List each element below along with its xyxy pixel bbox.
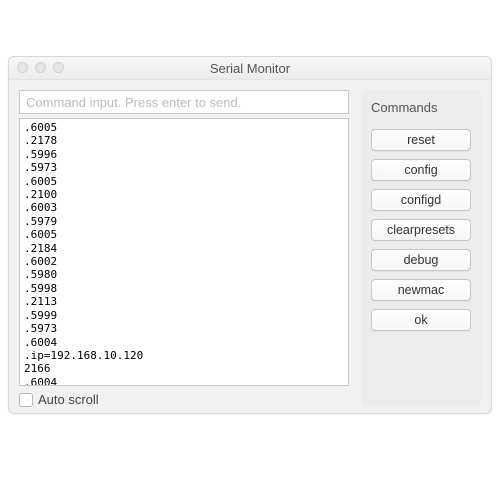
ok-button[interactable]: ok [371, 309, 471, 331]
close-icon[interactable] [17, 62, 28, 73]
autoscroll-label: Auto scroll [38, 392, 99, 407]
serial-monitor-window: Serial Monitor .6005 .2178 .5996 .5973 .… [8, 56, 492, 414]
config-button[interactable]: config [371, 159, 471, 181]
window-controls [17, 62, 64, 73]
window-title: Serial Monitor [210, 61, 290, 76]
left-panel: .6005 .2178 .5996 .5973 .6005 .2100 .600… [19, 90, 349, 407]
minimize-icon[interactable] [35, 62, 46, 73]
debug-button[interactable]: debug [371, 249, 471, 271]
configd-button[interactable]: configd [371, 189, 471, 211]
newmac-button[interactable]: newmac [371, 279, 471, 301]
zoom-icon[interactable] [53, 62, 64, 73]
reset-button[interactable]: reset [371, 129, 471, 151]
serial-output[interactable]: .6005 .2178 .5996 .5973 .6005 .2100 .600… [19, 118, 349, 386]
autoscroll-row: Auto scroll [19, 386, 349, 407]
autoscroll-checkbox[interactable] [19, 393, 33, 407]
commands-panel: Commands reset config configd clearprese… [361, 90, 481, 407]
command-input[interactable] [19, 90, 349, 114]
clearpresets-button[interactable]: clearpresets [371, 219, 471, 241]
titlebar: Serial Monitor [9, 57, 491, 80]
content-area: .6005 .2178 .5996 .5973 .6005 .2100 .600… [9, 80, 491, 413]
commands-panel-title: Commands [371, 100, 471, 115]
